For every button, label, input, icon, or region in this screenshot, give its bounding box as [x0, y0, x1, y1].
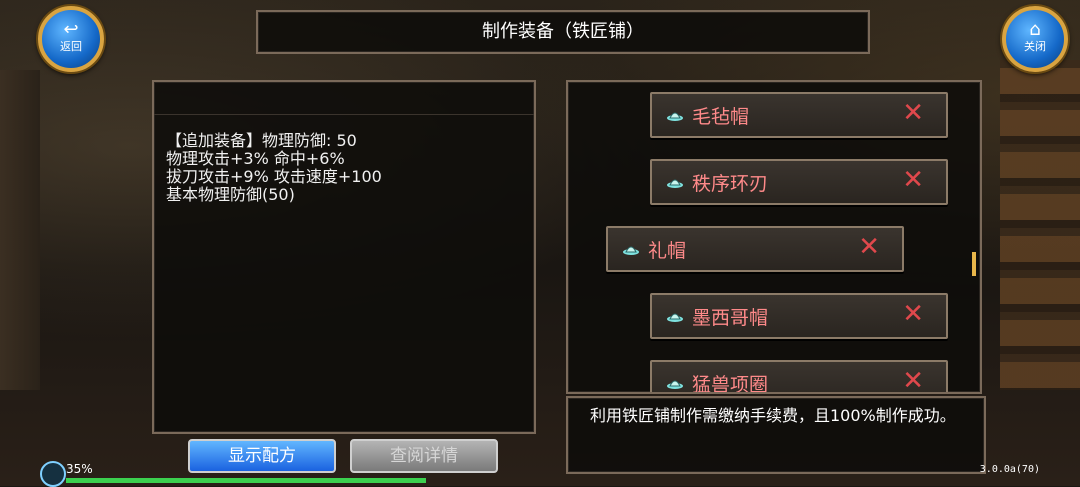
bookshelf-right [1000, 60, 1080, 390]
item-name: 礼帽 [648, 240, 687, 262]
close-icon[interactable]: ✕ [902, 98, 924, 128]
list-item-4[interactable]: 墨西哥帽 ✕ [650, 293, 948, 339]
list-item-1[interactable]: 毛毡帽 ✕ [650, 92, 948, 138]
close-label: 关闭 [1024, 40, 1046, 53]
progress-fill [66, 478, 426, 483]
version-label: 3.0.0a(70) [979, 464, 1040, 475]
hat-icon [666, 107, 684, 121]
home-icon: ⌂ [1029, 19, 1041, 40]
close-button[interactable]: ⌂ 关闭 [1002, 6, 1068, 72]
list-item-3-selected[interactable]: 礼帽 ✕ [606, 226, 904, 272]
close-icon[interactable]: ✕ [902, 366, 924, 392]
back-label: 返回 [60, 40, 82, 53]
list-item-2[interactable]: 秩序环刃 ✕ [650, 159, 948, 205]
hat-icon [622, 241, 640, 255]
battery-icon [40, 461, 66, 487]
close-icon[interactable]: ✕ [902, 165, 924, 195]
hat-icon [666, 174, 684, 188]
show-recipe-button[interactable]: 显示配方 [188, 439, 336, 473]
item-name: 毛毡帽 [692, 106, 750, 128]
item-name: 猛兽项圈 [692, 374, 769, 394]
item-name: 墨西哥帽 [692, 307, 769, 329]
back-arrow-icon: ↩ [63, 19, 79, 40]
item-name: 秩序环刃 [692, 173, 769, 195]
back-button[interactable]: ↩ 返回 [38, 6, 104, 72]
battery-percent: 35% [66, 462, 93, 476]
page-title: 制作装备（铁匠铺） [256, 10, 870, 54]
item-list-panel[interactable]: 毛毡帽 ✕ 秩序环刃 ✕ 礼帽 ✕ 墨西哥帽 ✕ 猛兽项圈 ✕ [566, 80, 982, 394]
bookshelf-left [0, 70, 40, 390]
list-scrollbar[interactable] [972, 252, 976, 276]
hat-icon [666, 375, 684, 389]
hat-icon [666, 308, 684, 322]
info-panel: 利用铁匠铺制作需缴纳手续费，且100%制作成功。 [566, 396, 986, 474]
progress-bar [66, 478, 426, 483]
close-icon[interactable]: ✕ [902, 299, 924, 329]
equipment-detail-panel: 【追加装备】物理防御: 50 物理攻击+3% 命中+6% 拔刀攻击+9% 攻击速… [152, 80, 536, 434]
equipment-description: 【追加装备】物理防御: 50 物理攻击+3% 命中+6% 拔刀攻击+9% 攻击速… [166, 131, 382, 204]
detail-header-strip [154, 82, 534, 115]
info-text: 利用铁匠铺制作需缴纳手续费，且100%制作成功。 [590, 406, 956, 425]
close-icon[interactable]: ✕ [858, 232, 880, 262]
list-item-5[interactable]: 猛兽项圈 ✕ [650, 360, 948, 394]
view-details-button[interactable]: 查阅详情 [350, 439, 498, 473]
